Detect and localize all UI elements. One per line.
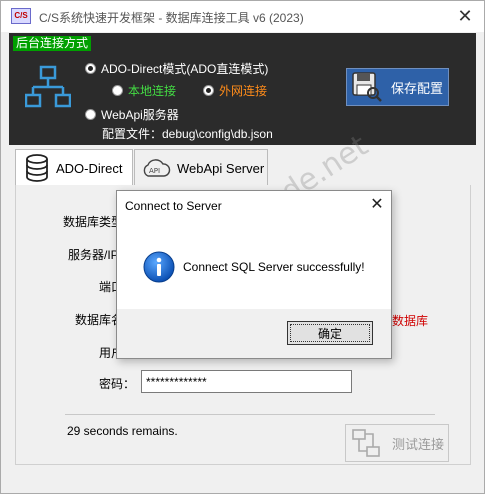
server-label: 服务器/IP xyxy=(68,248,119,262)
network-icon xyxy=(25,65,71,108)
radio-ado-direct-dot xyxy=(85,63,96,74)
connect-dialog: Connect to Server ✕ Connect SQL Server s… xyxy=(116,190,392,359)
save-config-button[interactable]: 保存配置 xyxy=(346,68,449,106)
dialog-title: Connect to Server xyxy=(125,199,222,213)
password-label: 密码： xyxy=(99,377,136,391)
tab-ado-direct[interactable]: ADO-Direct xyxy=(15,149,133,186)
app-icon: C/S xyxy=(11,8,31,24)
radio-local-connection[interactable]: 本地连接 xyxy=(112,82,176,99)
radio-external-connection-dot xyxy=(203,85,214,96)
dialog-close-button[interactable]: ✕ xyxy=(367,195,387,215)
title-bar: C/S C/S系统快速开发框架 - 数据库连接工具 v6 (2023) ✕ xyxy=(1,1,484,32)
info-icon xyxy=(143,251,175,283)
test-connection-icon xyxy=(352,429,380,457)
test-connection-button[interactable]: 测试连接 xyxy=(345,424,449,462)
database-icon xyxy=(26,154,48,182)
window-close-button[interactable]: ✕ xyxy=(453,5,477,27)
tab-ado-direct-label: ADO-Direct xyxy=(56,160,123,176)
dialog-footer: 确定 xyxy=(117,309,391,358)
db-note: 数据库 xyxy=(392,314,429,328)
test-connection-label: 测试连接 xyxy=(392,436,445,452)
section-label-connection-mode: 后台连接方式 xyxy=(13,36,92,51)
password-input[interactable] xyxy=(141,370,352,393)
connection-mode-panel: 后台连接方式 ADO-Direct模式(ADO直连模式) 本地连接 外网连接 W… xyxy=(9,33,476,145)
radio-webapi-server[interactable]: WebApi服务器 xyxy=(85,106,179,123)
dialog-ok-button[interactable]: 确定 xyxy=(287,321,373,345)
radio-external-connection-label: 外网连接 xyxy=(219,84,268,98)
main-window: C/S C/S系统快速开发框架 - 数据库连接工具 v6 (2023) ✕ 后台… xyxy=(0,0,485,494)
radio-local-connection-dot xyxy=(112,85,123,96)
save-config-label: 保存配置 xyxy=(391,80,444,96)
svg-text:API: API xyxy=(149,167,160,175)
tab-webapi-server[interactable]: API WebApi Server xyxy=(134,149,268,186)
radio-ado-direct-label: ADO-Direct模式(ADO直连模式) xyxy=(101,62,269,76)
db-type-label: 数据库类型 xyxy=(63,215,124,229)
countdown-status: 29 seconds remains. xyxy=(67,424,178,438)
divider xyxy=(65,414,435,415)
save-config-icon xyxy=(352,72,382,102)
radio-webapi-server-label: WebApi服务器 xyxy=(101,108,179,122)
dialog-message: Connect SQL Server successfully! xyxy=(183,260,365,274)
cloud-api-icon: API xyxy=(143,159,171,177)
window-title: C/S系统快速开发框架 - 数据库连接工具 v6 (2023) xyxy=(39,11,304,25)
radio-external-connection[interactable]: 外网连接 xyxy=(203,82,267,99)
radio-local-connection-label: 本地连接 xyxy=(128,84,177,98)
config-file-path: 配置文件：debug\config\db.json xyxy=(102,127,273,141)
tab-webapi-server-label: WebApi Server xyxy=(177,160,265,176)
radio-webapi-server-dot xyxy=(85,109,96,120)
radio-ado-direct[interactable]: ADO-Direct模式(ADO直连模式) xyxy=(85,60,268,77)
